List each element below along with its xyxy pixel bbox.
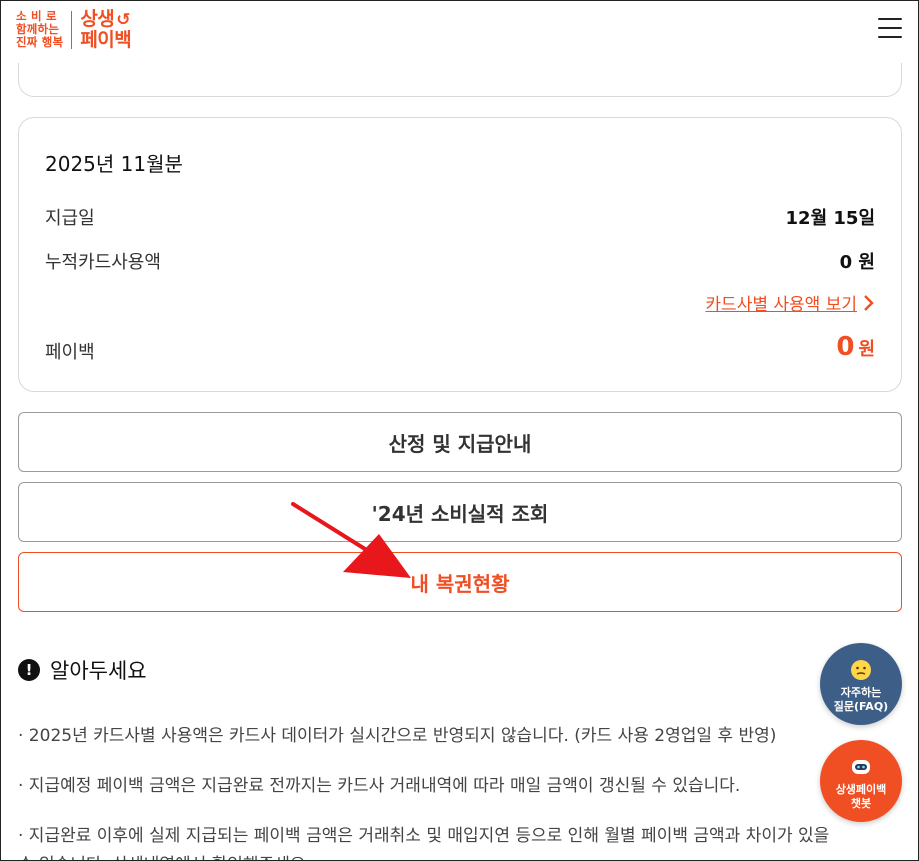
- payback-unit: 원: [858, 339, 875, 360]
- hamburger-menu-icon[interactable]: [878, 18, 902, 40]
- payment-date-value: 12월 15일: [785, 208, 875, 229]
- card-usage-link-label: 카드사별 사용액 보기: [705, 295, 857, 315]
- logo[interactable]: 소 비 로 함께하는 진짜 행복 상생 ↺ 페이백: [16, 9, 132, 50]
- logo-slogan: 소 비 로 함께하는 진짜 행복: [16, 10, 63, 49]
- chatbot-line-1: 상생페이백: [835, 783, 887, 796]
- slogan-line-3: 진짜 행복: [16, 35, 64, 49]
- header: 소 비 로 함께하는 진짜 행복 상생 ↺ 페이백: [1, 1, 918, 63]
- exclamation-icon: !: [18, 659, 40, 681]
- notice-item: 수 있습니다. 상세내역에서 확인해주세요.: [18, 850, 311, 860]
- card-usage-by-company-link[interactable]: 카드사별 사용액 보기: [705, 290, 875, 315]
- logo-divider: [71, 10, 73, 49]
- notice-heading: ! 알아두세요: [18, 655, 147, 685]
- chatbot-line-2: 챗봇: [850, 797, 872, 810]
- spending-lookup-button[interactable]: '24년 소비실적 조회: [18, 482, 902, 542]
- logo-brand: 상생 ↺ 페이백: [80, 9, 131, 50]
- page-frame: 소 비 로 함께하는 진짜 행복 상생 ↺ 페이백 2025년 11월분 지급일 …: [0, 0, 919, 861]
- my-lottery-status-button[interactable]: 내 복권현황: [18, 552, 902, 612]
- brand-arrow-icon: ↺: [116, 10, 131, 30]
- notice-title: 알아두세요: [50, 659, 147, 683]
- card-usage-label: 누적카드사용액: [45, 252, 161, 273]
- payment-date-label: 지급일: [45, 208, 95, 229]
- notice-item: · 지급예정 페이백 금액은 지급완료 전까지는 카드사 거래내역에 따라 매일…: [18, 776, 741, 796]
- faq-line-1: 자주하는: [840, 686, 882, 699]
- annotation-arrow-icon: [291, 502, 411, 578]
- faq-line-2: 질문(FAQ): [833, 700, 889, 713]
- payback-amount: 0원: [836, 332, 875, 362]
- notice-item: · 지급완료 이후에 실제 지급되는 페이백 금액은 거래취소 및 매입지연 등…: [18, 826, 830, 846]
- chatbot-floating-button[interactable]: 상생페이백 챗봇: [820, 740, 902, 822]
- thinking-face-icon: [851, 660, 871, 680]
- brand-line-1: 상생: [80, 8, 115, 30]
- payback-label: 페이백: [45, 342, 95, 363]
- payback-value: 0: [836, 332, 855, 362]
- monthly-payback-card: 2025년 11월분 지급일 12월 15일 누적카드사용액 0 원 카드사별 …: [18, 117, 902, 392]
- chevron-right-icon: [864, 294, 874, 311]
- card-usage-value: 0 원: [839, 252, 875, 273]
- brand-line-2: 페이백: [80, 29, 132, 51]
- notice-item: · 2025년 카드사별 사용액은 카드사 데이터가 실시간으로 반영되지 않습…: [18, 726, 777, 746]
- card-title: 2025년 11월분: [45, 152, 183, 176]
- faq-floating-button[interactable]: 자주하는 질문(FAQ): [820, 643, 902, 725]
- robot-icon: [852, 760, 870, 774]
- calculation-guide-button[interactable]: 산정 및 지급안내: [18, 412, 902, 472]
